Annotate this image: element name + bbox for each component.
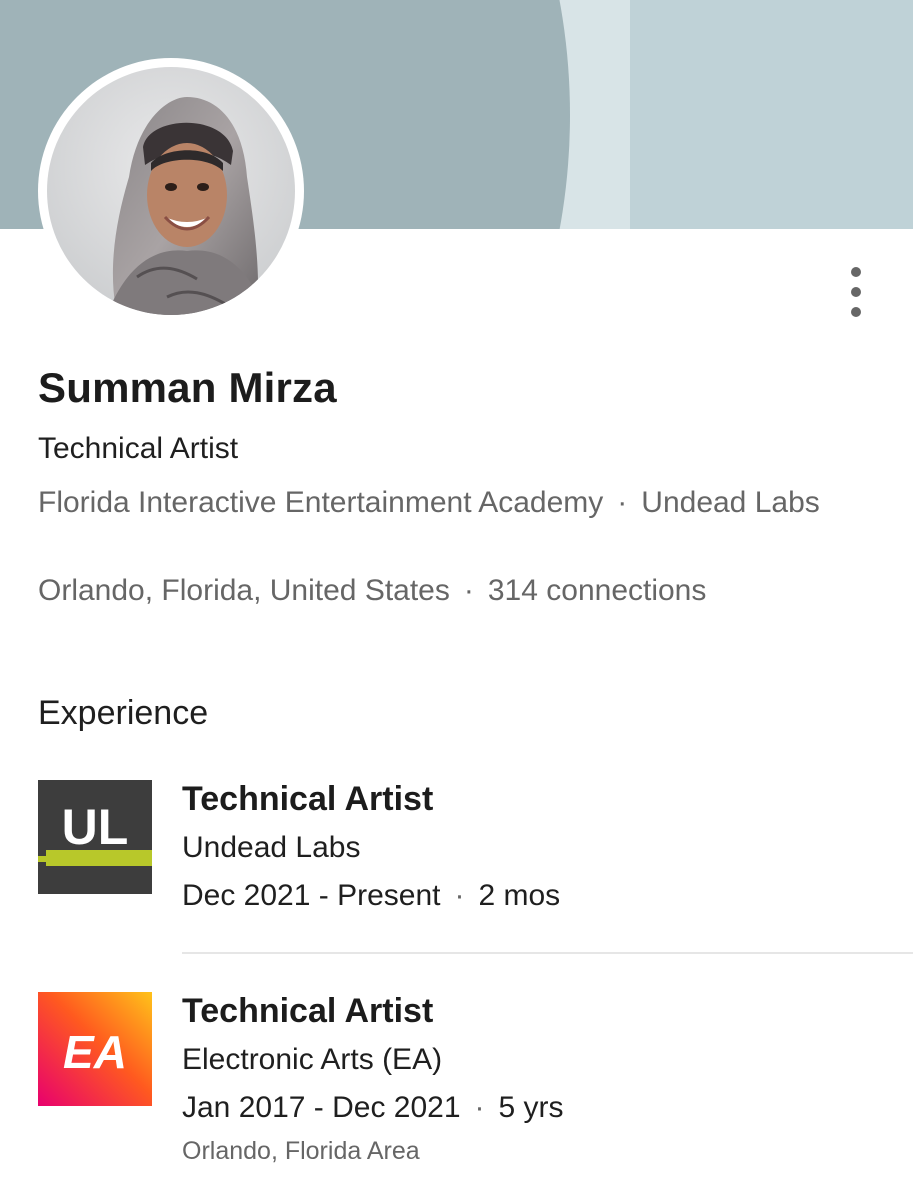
logo-text: UL (62, 799, 129, 855)
profile-photo (47, 67, 295, 315)
experience-item[interactable]: UL Technical Artist Undead Labs Dec 2021… (38, 780, 913, 930)
profile-location: Orlando, Florida, United States (38, 574, 450, 607)
electronic-arts-logo[interactable]: EA (38, 992, 152, 1106)
duration: 2 mos (478, 879, 561, 912)
experience-dates: Jan 2017 - Dec 2021 · 5 yrs (182, 1090, 564, 1126)
location-separator: · (463, 574, 474, 607)
experience-company[interactable]: Electronic Arts (EA) (182, 1042, 564, 1078)
experience-location: Orlando, Florida Area (182, 1137, 420, 1165)
experience-dates: Dec 2021 - Present · 2 mos (182, 878, 560, 914)
experience-item[interactable]: EA Technical Artist Electronic Arts (EA)… (38, 992, 913, 1182)
profile-location-line: Orlando, Florida, United States · 314 conn… (38, 574, 706, 608)
duration: 5 yrs (498, 1091, 564, 1124)
org-separator: · (617, 486, 628, 519)
profile-name: Summan Mirza (38, 364, 337, 411)
org-primary[interactable]: Florida Interactive Entertainment Academ… (38, 486, 603, 519)
undead-labs-logo[interactable]: UL (38, 780, 152, 894)
dates-separator: · (474, 1091, 485, 1124)
profile-organizations: Florida Interactive Entertainment Academ… (38, 479, 868, 526)
menu-dot (851, 267, 861, 277)
connections-link[interactable]: 314 connections (488, 574, 707, 607)
date-range: Dec 2021 - Present (182, 879, 441, 912)
date-range: Jan 2017 - Dec 2021 (182, 1091, 461, 1124)
dates-separator: · (454, 879, 465, 912)
org-secondary[interactable]: Undead Labs (641, 486, 819, 519)
experience-info: Technical Artist Electronic Arts (EA) Ja… (182, 992, 564, 1166)
logo-text: EA (63, 1026, 127, 1078)
menu-dot (851, 287, 861, 297)
experience-info: Technical Artist Undead Labs Dec 2021 - … (182, 780, 560, 914)
more-vertical-icon[interactable] (834, 262, 878, 322)
experience-section-title: Experience (38, 694, 209, 732)
experience-divider (182, 952, 913, 954)
experience-title: Technical Artist (182, 992, 434, 1030)
menu-dot (851, 307, 861, 317)
profile-avatar[interactable] (38, 58, 304, 324)
profile-headline: Technical Artist (38, 432, 239, 465)
experience-title: Technical Artist (182, 780, 434, 818)
experience-company[interactable]: Undead Labs (182, 830, 560, 866)
